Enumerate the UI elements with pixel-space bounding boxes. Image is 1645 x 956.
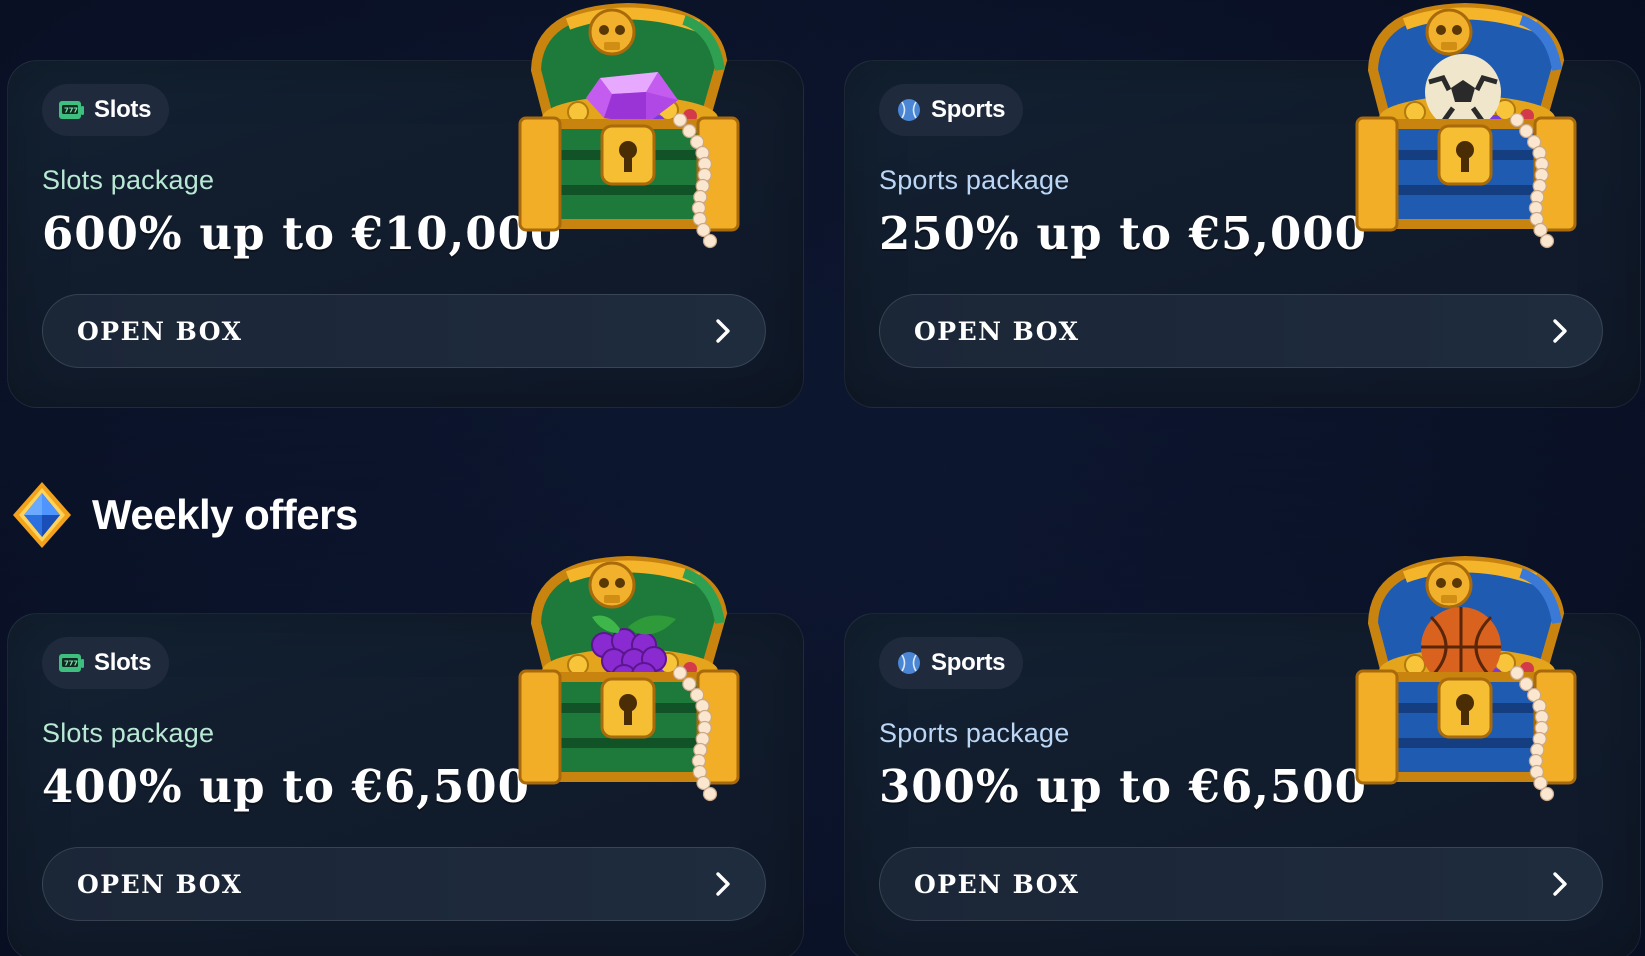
skull-emblem [1425, 561, 1473, 609]
chevron-right-icon [716, 319, 730, 343]
skull-emblem [1425, 8, 1473, 56]
weekly-offers-heading: Weekly offers [10, 480, 358, 550]
category-label: Sports [931, 96, 1006, 123]
slot-machine-icon: 777 [58, 99, 86, 121]
skull-emblem [588, 561, 636, 609]
category-label: Slots [94, 649, 152, 676]
package-name: Sports package [879, 718, 1070, 748]
svg-text:777: 777 [64, 107, 78, 115]
chevron-right-icon [1553, 872, 1567, 896]
offer-headline: 600% up to €10,000 [42, 207, 563, 260]
open-box-label: OPEN BOX [77, 869, 243, 899]
soccer-ball-prize [1425, 54, 1501, 130]
offer-headline: 300% up to €6,500 [879, 760, 1367, 813]
offer-headline: 400% up to €6,500 [42, 760, 530, 813]
keyhole-lock [600, 677, 656, 739]
package-name: Slots package [42, 165, 215, 195]
chevron-right-icon [716, 872, 730, 896]
slot-machine-icon: 777 [58, 652, 86, 674]
offer-headline: 250% up to €5,000 [879, 207, 1367, 260]
keyhole-lock [1437, 124, 1493, 186]
keyhole-lock [600, 124, 656, 186]
open-box-label: OPEN BOX [914, 316, 1080, 346]
diamond-badge-icon [13, 482, 71, 548]
baseball-icon [895, 652, 923, 674]
open-box-button[interactable]: OPEN BOX [42, 847, 766, 921]
open-box-label: OPEN BOX [77, 316, 243, 346]
treasure-chest-gem-image [508, 0, 758, 260]
package-name: Sports package [879, 165, 1070, 195]
category-chip: Sports [879, 637, 1024, 689]
category-chip: 777 Slots [42, 84, 170, 136]
svg-text:777: 777 [64, 660, 78, 668]
treasure-chest-grapes-image [508, 553, 758, 813]
category-chip: 777 Slots [42, 637, 170, 689]
treasure-chest-basketball-image [1345, 553, 1595, 813]
treasure-chest-soccer-image [1345, 0, 1595, 260]
keyhole-lock [1437, 677, 1493, 739]
offers-page: 777 Slots Slots package 600% up to €10,0… [0, 0, 1645, 956]
section-title: Weekly offers [92, 491, 358, 538]
open-box-label: OPEN BOX [914, 869, 1080, 899]
open-box-button[interactable]: OPEN BOX [879, 294, 1603, 368]
open-box-button[interactable]: OPEN BOX [42, 294, 766, 368]
open-box-button[interactable]: OPEN BOX [879, 847, 1603, 921]
category-label: Slots [94, 96, 152, 123]
skull-emblem [588, 8, 636, 56]
package-name: Slots package [42, 718, 215, 748]
category-chip: Sports [879, 84, 1024, 136]
category-label: Sports [931, 649, 1006, 676]
baseball-icon [895, 99, 923, 121]
chevron-right-icon [1553, 319, 1567, 343]
